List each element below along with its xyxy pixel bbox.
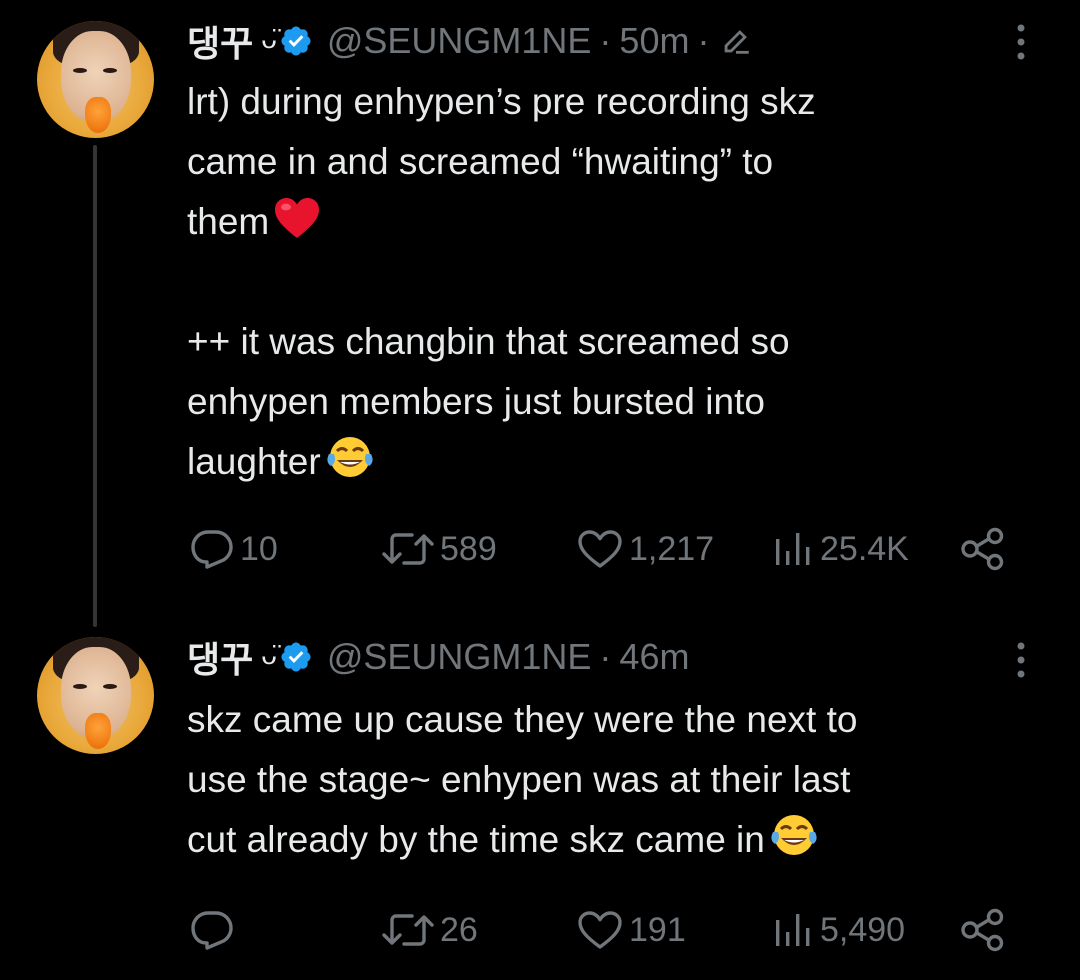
face-with-tears-of-joy-emoji bbox=[327, 437, 373, 477]
like-button[interactable]: 191 bbox=[577, 905, 686, 955]
share-button[interactable] bbox=[959, 905, 1007, 955]
tweet-text: ++ it was changbin that screamed so enhy… bbox=[187, 312, 1047, 492]
avatar-eye bbox=[73, 68, 87, 73]
views-bar-chart-icon bbox=[776, 914, 810, 946]
views-count: 5,490 bbox=[820, 910, 906, 949]
share-icon bbox=[961, 527, 1004, 571]
heart-icon bbox=[578, 911, 622, 949]
red-heart-emoji bbox=[275, 198, 320, 238]
tweet-text: lrt) during enhypen’s pre recording skz … bbox=[187, 72, 1047, 252]
timestamp[interactable]: 50m bbox=[619, 20, 689, 62]
reply-count: 10 bbox=[240, 529, 278, 568]
tweet-paragraph: ++ it was changbin that screamed so enhy… bbox=[187, 321, 790, 482]
thread-line bbox=[93, 145, 97, 627]
retweet-button[interactable]: 26 bbox=[382, 905, 478, 955]
separator-dot: · bbox=[697, 20, 710, 61]
avatar-eye bbox=[103, 684, 117, 689]
views-button[interactable]: 5,490 bbox=[772, 905, 905, 955]
more-vertical-icon[interactable] bbox=[1006, 640, 1036, 680]
heart-icon bbox=[578, 530, 622, 568]
views-button[interactable]: 25.4K bbox=[772, 524, 909, 574]
tweet-1[interactable]: 댕꾸 ᴗ̈ @SEUNGM1NE · 50m · lrt) during enh… bbox=[0, 0, 1080, 630]
tweet-text: skz came up cause they were the next to … bbox=[187, 690, 1047, 870]
avatar[interactable] bbox=[37, 21, 154, 138]
separator-dot: · bbox=[599, 636, 612, 677]
more-vertical-icon[interactable] bbox=[1006, 22, 1036, 62]
avatar-snack bbox=[85, 97, 111, 133]
views-count: 25.4K bbox=[820, 529, 909, 568]
verified-badge-icon bbox=[281, 642, 311, 672]
views-bar-chart-icon bbox=[776, 533, 810, 565]
avatar[interactable] bbox=[37, 637, 154, 754]
like-button[interactable]: 1,217 bbox=[577, 524, 714, 574]
retweet-count: 26 bbox=[440, 910, 478, 949]
retweet-icon bbox=[382, 914, 434, 946]
reply-bubble-icon bbox=[191, 911, 233, 950]
name-decoration: ᴗ̈ bbox=[261, 23, 277, 54]
tweet-2[interactable]: 댕꾸 ᴗ̈ @SEUNGM1NE · 46m skz came up cause… bbox=[0, 630, 1080, 980]
avatar-eye bbox=[73, 684, 87, 689]
reply-button[interactable]: 10 bbox=[190, 524, 278, 574]
avatar-eye bbox=[103, 68, 117, 73]
handle[interactable]: @SEUNGM1NE bbox=[327, 20, 592, 62]
like-count: 191 bbox=[629, 910, 686, 949]
avatar-snack bbox=[85, 713, 111, 749]
reply-bubble-icon bbox=[191, 530, 233, 569]
name-decoration: ᴗ̈ bbox=[261, 639, 277, 670]
reply-button[interactable] bbox=[190, 905, 240, 955]
like-count: 1,217 bbox=[629, 529, 715, 568]
handle[interactable]: @SEUNGM1NE bbox=[327, 636, 592, 678]
tweet-actions: 10 589 1,217 25.4K bbox=[187, 524, 1017, 574]
edit-pencil-icon[interactable] bbox=[719, 24, 753, 58]
tweet-header: 댕꾸 ᴗ̈ @SEUNGM1NE · 50m · bbox=[187, 16, 753, 66]
tweet-header: 댕꾸 ᴗ̈ @SEUNGM1NE · 46m bbox=[187, 632, 689, 682]
share-button[interactable] bbox=[959, 524, 1007, 574]
display-name[interactable]: 댕꾸 bbox=[187, 15, 253, 67]
share-icon bbox=[961, 908, 1004, 952]
display-name[interactable]: 댕꾸 bbox=[187, 631, 253, 683]
tweet-paragraph: skz came up cause they were the next to … bbox=[187, 699, 858, 860]
separator-dot: · bbox=[599, 20, 612, 61]
retweet-button[interactable]: 589 bbox=[382, 524, 497, 574]
face-with-tears-of-joy-emoji bbox=[771, 815, 817, 855]
timestamp[interactable]: 46m bbox=[619, 636, 689, 678]
retweet-icon bbox=[382, 533, 434, 565]
tweet-actions: 26 191 5,490 bbox=[187, 905, 1017, 955]
verified-badge-icon bbox=[281, 26, 311, 56]
retweet-count: 589 bbox=[440, 529, 497, 568]
